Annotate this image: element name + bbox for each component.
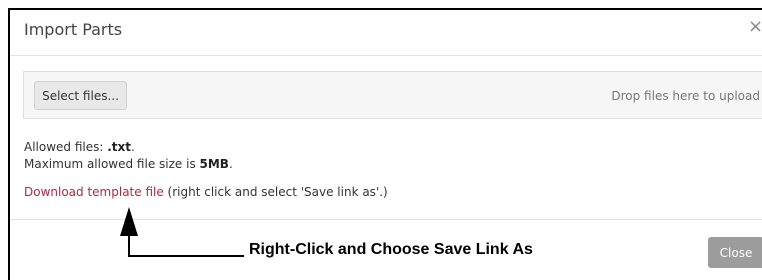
allowed-files-text: Allowed files: .txt. — [24, 140, 135, 154]
download-note: (right click and select 'Save link as'.) — [163, 185, 388, 199]
download-template-link[interactable]: Download template file — [24, 185, 164, 199]
import-parts-dialog: Import Parts × Select files... Drop file… — [8, 8, 762, 280]
select-files-button[interactable]: Select files... — [34, 81, 127, 110]
close-button[interactable]: Close — [708, 237, 762, 268]
allowed-files-label: Allowed files: — [24, 140, 108, 154]
annotation-label: Right-Click and Choose Save Link As — [249, 241, 533, 258]
max-size-text: Maximum allowed file size is 5MB. — [24, 157, 233, 171]
header-divider — [10, 55, 762, 56]
max-size-value: 5MB — [199, 157, 229, 171]
allowed-extension: .txt — [107, 140, 132, 154]
download-row: Download template file (right click and … — [24, 185, 388, 199]
upload-dropzone[interactable]: Select files... Drop files here to uploa… — [23, 71, 762, 119]
allowed-files-period: . — [131, 140, 135, 154]
dialog-title: Import Parts — [24, 20, 123, 39]
drop-hint-text: Drop files here to upload — [611, 89, 760, 103]
max-size-period: . — [228, 157, 233, 171]
close-icon[interactable]: × — [748, 18, 762, 36]
footer-divider — [10, 219, 762, 220]
max-size-label: Maximum allowed file size is — [24, 157, 200, 171]
